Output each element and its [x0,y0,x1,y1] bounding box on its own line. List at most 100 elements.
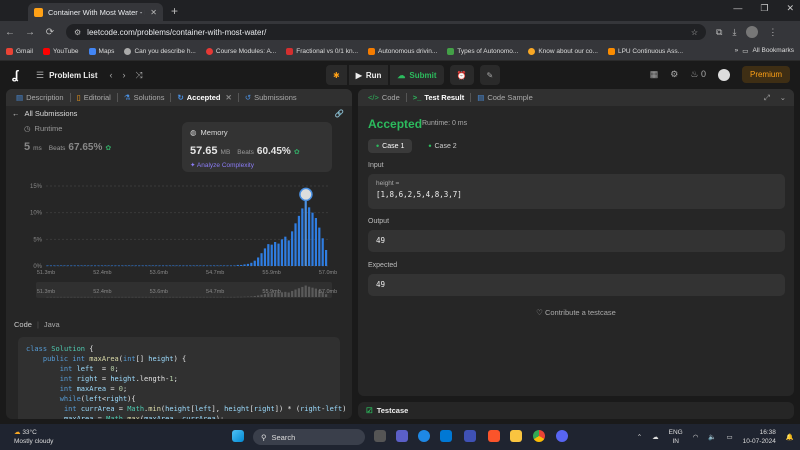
bar [138,265,141,267]
chevron-down-icon[interactable]: ⌄ [780,93,786,103]
language-indicator[interactable]: ENG IN [669,428,683,446]
code-view[interactable]: class Solution { public int maxArea(int[… [18,337,346,419]
bar [59,265,63,267]
brave-icon[interactable] [488,430,500,442]
close-tab-icon[interactable]: ✕ [150,8,157,17]
bookmark-10[interactable]: LPU Continuous Ass... [607,48,683,55]
file-explorer-icon[interactable] [510,430,522,442]
bookmark-youtube[interactable]: YouTube [42,48,79,55]
streak-counter[interactable]: ♨ 0 [690,69,706,80]
tab-test-result[interactable]: >_ Test Result [411,93,466,102]
tab-code-sample[interactable]: ▤ Code Sample [475,93,535,102]
divider [69,93,71,102]
tab-editorial[interactable]: ▯ Editorial [75,93,113,102]
close-icon[interactable]: ✕ [226,93,232,102]
share-link-icon[interactable]: 🔗 [335,109,344,118]
taskbar-search[interactable]: ⚲ Search [253,429,365,445]
settings-gear-icon[interactable]: ⚙ [670,69,678,80]
search-icon: ⚲ [261,432,267,442]
clock[interactable]: 16:38 10-07-2024 [743,428,776,446]
prev-problem-icon[interactable]: ‹ [110,70,113,81]
back-icon[interactable]: ← [0,27,20,38]
app-icon[interactable] [464,430,476,442]
weather-widget[interactable]: ☁ 33°C Mostly cloudy [14,428,53,446]
battery-icon[interactable]: ▭ [727,433,733,441]
runtime-card[interactable]: ◷ Runtime 5 ms Beats 67.65% ✿ [24,124,174,174]
bookmark-4[interactable]: Can you describe h... [124,48,196,55]
bookmark-8[interactable]: Types of Autonomo... [447,48,518,55]
terminal-icon: >_ [412,93,422,102]
bookmark-5[interactable]: Course Modules: A... [205,48,276,55]
run-button[interactable]: ▶ Run [348,65,389,85]
bookmark-star-icon[interactable]: ☆ [691,28,698,37]
shuffle-icon[interactable]: ⤨ [136,70,143,81]
discord-icon[interactable] [556,430,568,442]
bookmark-icon [528,48,536,55]
menu-icon[interactable]: ⋮ [768,27,777,38]
task-view-icon[interactable] [374,430,386,442]
premium-button[interactable]: Premium [741,66,790,83]
case-1-tab[interactable]: • Case 1 [368,139,413,153]
bar [66,265,69,267]
document-icon: ▤ [16,93,24,102]
debug-button[interactable]: ✱ [326,65,347,85]
timer-button[interactable]: ⏰ [449,65,474,85]
teams-icon[interactable] [396,430,408,442]
x-tick-label: 54.7mb [206,270,224,276]
onedrive-icon[interactable]: ☁ [652,433,659,441]
url-input[interactable]: ⚙ leetcode.com/problems/container-with-m… [66,24,706,40]
chrome-icon[interactable] [533,430,545,442]
tab-description[interactable]: ▤ Description [14,93,66,102]
submit-button[interactable]: ☁ Submit [390,65,444,85]
contribute-testcase-link[interactable]: ♡ Contribute a testcase [358,308,794,317]
user-avatar[interactable] [717,68,730,81]
bar [127,265,131,267]
reload-icon[interactable]: ⟳ [40,27,60,38]
volume-icon[interactable]: 🔈 [708,433,716,441]
memory-card[interactable]: ◍ Memory 57.65 MB Beats 60.45% ✿ ✦ Analyz… [182,122,332,172]
layout-icon[interactable]: ▦ [650,69,659,80]
wifi-icon[interactable]: ◠ [693,433,699,441]
y-tick-label: 5% [33,237,42,243]
tab-submissions[interactable]: ↺ Submissions [243,93,299,102]
extensions-icon[interactable]: ⧉ [716,27,722,38]
bar [73,265,76,267]
all-bookmarks[interactable]: » ▭ All Bookmarks [735,47,794,55]
bookmark-maps[interactable]: Maps [88,48,114,55]
analyze-complexity-link[interactable]: ✦ Analyze Complexity [190,161,324,169]
bookmark-9[interactable]: Know about our co... [528,48,598,55]
store-icon[interactable] [440,430,452,442]
edge-icon[interactable] [418,430,430,442]
heart-icon: ♡ [536,308,543,317]
x-tick-label: 52.4mb [93,270,111,276]
forward-icon[interactable]: → [20,27,40,38]
minimize-icon[interactable]: — [733,3,742,14]
download-icon[interactable]: ⤓ [732,27,736,38]
next-problem-icon[interactable]: › [123,70,126,81]
bookmark-gmail[interactable]: Gmail [6,48,33,55]
browser-tab[interactable]: Container With Most Water - Le ✕ [28,3,163,21]
result-runtime: Runtime: 0 ms [422,120,468,127]
problem-list-link[interactable]: Problem List [49,71,97,80]
testcase-panel-header[interactable]: ☑ Testcase [358,402,794,419]
close-window-icon[interactable]: ✕ [786,3,794,14]
maximize-icon[interactable]: ❐ [760,3,768,14]
profile-avatar[interactable] [746,26,759,38]
notification-icon[interactable]: 🔔 [786,433,794,441]
tab-solutions[interactable]: ⚗ Solutions [122,93,167,102]
leetcode-logo-icon[interactable]: ʆ [12,68,24,82]
bookmark-7[interactable]: Autonomous drivin... [368,48,437,55]
chevron-up-icon[interactable]: ⌃ [637,433,642,441]
expand-icon[interactable]: ⤢ [764,93,770,103]
site-info-icon[interactable]: ⚙ [74,28,81,37]
bookmark-6[interactable]: Fractional vs 0/1 kn... [286,48,358,55]
tab-accepted[interactable]: ↻ Accepted ✕ [175,93,233,102]
window-controls: — ❐ ✕ [733,3,794,14]
check-dot-icon: • [376,141,380,151]
windows-start-icon[interactable] [232,430,244,442]
tab-code[interactable]: </> Code [366,93,402,102]
case-2-tab[interactable]: • Case 2 [420,139,464,153]
notes-button[interactable]: ✎ [479,65,501,85]
new-tab-icon[interactable]: + [171,4,178,18]
all-submissions-link[interactable]: ← All Submissions 🔗 [6,106,352,121]
